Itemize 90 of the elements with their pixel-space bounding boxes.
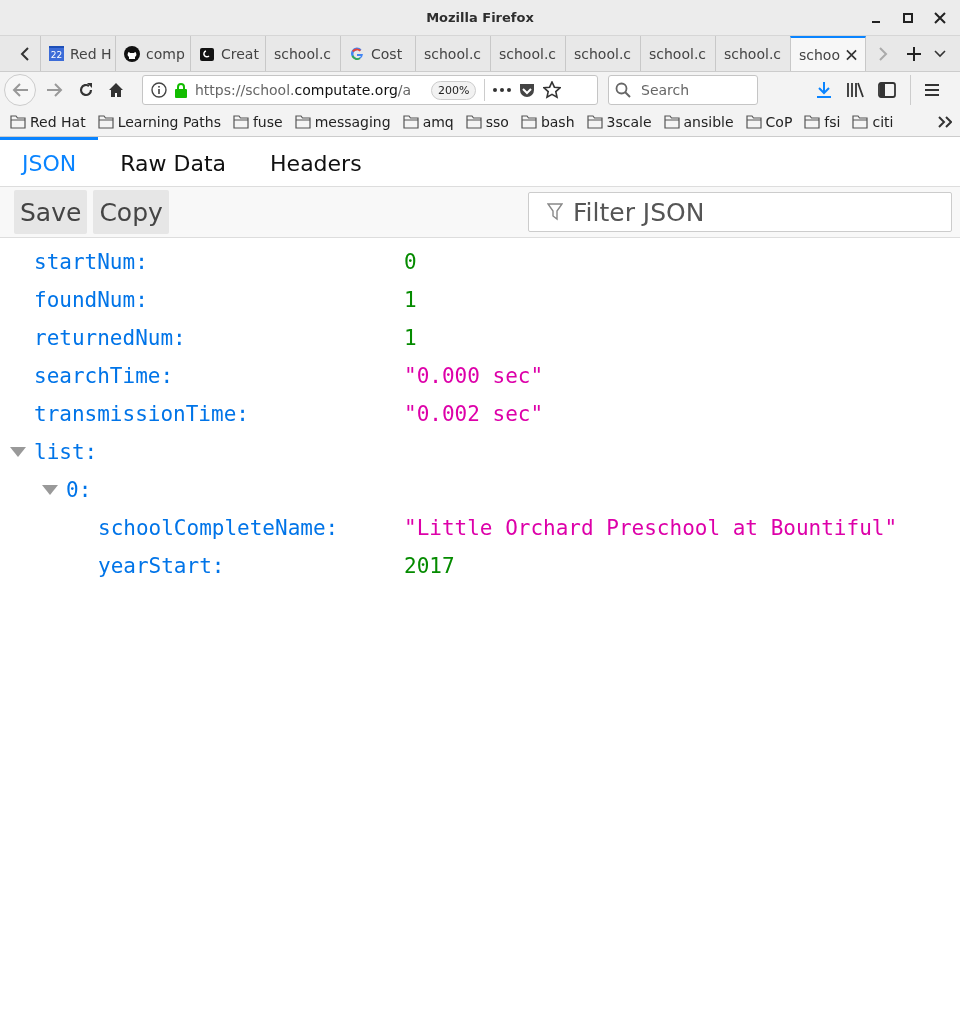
- scroll-left-icon[interactable]: [20, 45, 30, 62]
- library-icon[interactable]: [846, 82, 864, 98]
- home-icon[interactable]: [108, 82, 124, 98]
- folder-icon: [852, 114, 869, 130]
- browser-tab[interactable]: school.c: [565, 36, 640, 71]
- new-tab-icon[interactable]: [906, 45, 922, 62]
- expand-toggle-icon[interactable]: [42, 485, 58, 495]
- bookmark-folder[interactable]: 3scale: [586, 114, 652, 130]
- folder-icon: [97, 114, 114, 130]
- folder-icon: [10, 114, 26, 130]
- browser-tab[interactable]: school.c: [640, 36, 715, 71]
- json-key: yearStart:: [98, 554, 404, 578]
- json-key: returnedNum:: [34, 326, 404, 350]
- bookmark-folder[interactable]: amq: [402, 114, 454, 130]
- address-bar[interactable]: https://school.computate.org/a 200%: [142, 75, 598, 105]
- app-icon: [199, 45, 215, 62]
- url-text: https://school.computate.org/a: [195, 82, 413, 98]
- toolbar-button[interactable]: Copy: [93, 190, 169, 234]
- browser-tab[interactable]: 22 Red H: [40, 36, 115, 71]
- browser-tab[interactable]: schoo: [790, 36, 866, 71]
- browser-tab[interactable]: school.c: [415, 36, 490, 71]
- github-cat-icon: [124, 45, 140, 62]
- bookmark-folder[interactable]: fuse: [232, 114, 283, 130]
- browser-tab[interactable]: Cost: [340, 36, 415, 71]
- calendar-icon: 22: [49, 46, 64, 61]
- bookmark-folder[interactable]: Learning Paths: [97, 114, 221, 130]
- forward-icon[interactable]: [46, 82, 64, 98]
- json-value: "0.002 sec": [404, 402, 544, 426]
- bookmark-folder[interactable]: CoP: [745, 114, 793, 130]
- folder-icon: [745, 114, 762, 130]
- sidebar-icon[interactable]: [878, 82, 896, 98]
- filter-input[interactable]: Filter JSON: [571, 196, 935, 228]
- folder-icon: [804, 114, 821, 130]
- folder-icon: [663, 114, 680, 130]
- json-value: "0.000 sec": [404, 364, 544, 388]
- back-button[interactable]: [4, 74, 36, 106]
- viewer-tab[interactable]: Headers: [248, 137, 384, 186]
- folder-icon: [465, 114, 482, 130]
- json-key: startNum:: [34, 250, 404, 274]
- bookmark-folder[interactable]: citi: [852, 114, 894, 130]
- json-key: schoolCompleteName:: [98, 516, 404, 540]
- search-icon: [615, 82, 631, 98]
- folder-icon: [520, 114, 537, 130]
- google-icon: [349, 45, 365, 62]
- bookmark-folder[interactable]: Red Hat: [10, 114, 86, 130]
- browser-tab[interactable]: school.c: [490, 36, 565, 71]
- close-icon: [934, 12, 946, 24]
- bookmark-folder[interactable]: fsi: [804, 114, 841, 130]
- json-value: 1: [404, 288, 417, 312]
- info-icon[interactable]: [151, 82, 167, 98]
- filter-field[interactable]: Filter JSON: [528, 192, 952, 232]
- bookmark-folder[interactable]: messaging: [294, 114, 391, 130]
- browser-tab[interactable]: Creat: [190, 36, 265, 71]
- search-input[interactable]: Search: [639, 81, 743, 99]
- close-icon[interactable]: [846, 48, 857, 61]
- window-title: Mozilla Firefox: [426, 10, 534, 25]
- pocket-icon[interactable]: [519, 82, 536, 98]
- browser-tab[interactable]: comp: [115, 36, 190, 71]
- toolbar-button[interactable]: Save: [14, 190, 88, 234]
- menu-icon[interactable]: [925, 84, 939, 96]
- json-value: 1: [404, 326, 417, 350]
- json-value: "Little Orchard Preschool at Bountiful": [404, 516, 898, 540]
- json-value: 0: [404, 250, 417, 274]
- json-key: transmissionTime:: [34, 402, 404, 426]
- more-icon[interactable]: [493, 88, 512, 92]
- browser-tab[interactable]: school.c: [265, 36, 340, 71]
- left-arrow-icon: [11, 82, 29, 98]
- search-field[interactable]: Search: [608, 75, 758, 105]
- bookmark-folder[interactable]: sso: [465, 114, 509, 130]
- zoom-level-button[interactable]: 200%: [431, 80, 477, 100]
- folder-icon: [294, 114, 311, 130]
- reload-icon[interactable]: [78, 82, 94, 98]
- viewer-tab[interactable]: Raw Data: [98, 137, 249, 186]
- folder-icon: [402, 114, 419, 130]
- json-key: searchTime:: [34, 364, 404, 388]
- tab-list-icon[interactable]: [934, 49, 946, 58]
- json-key: foundNum:: [34, 288, 404, 312]
- star-icon[interactable]: [543, 81, 562, 99]
- bookmark-folder[interactable]: bash: [520, 114, 575, 130]
- folder-icon: [586, 114, 603, 130]
- chevron-overflow-icon[interactable]: [938, 116, 952, 128]
- lock-icon: [175, 82, 187, 98]
- json-key: 0:: [66, 478, 404, 502]
- bookmark-folder[interactable]: ansible: [663, 114, 734, 130]
- folder-icon: [232, 114, 249, 130]
- json-value: 2017: [404, 554, 455, 578]
- filter-icon: [547, 203, 563, 221]
- download-icon[interactable]: [816, 81, 832, 99]
- expand-toggle-icon[interactable]: [10, 447, 26, 457]
- json-key: list:: [34, 440, 404, 464]
